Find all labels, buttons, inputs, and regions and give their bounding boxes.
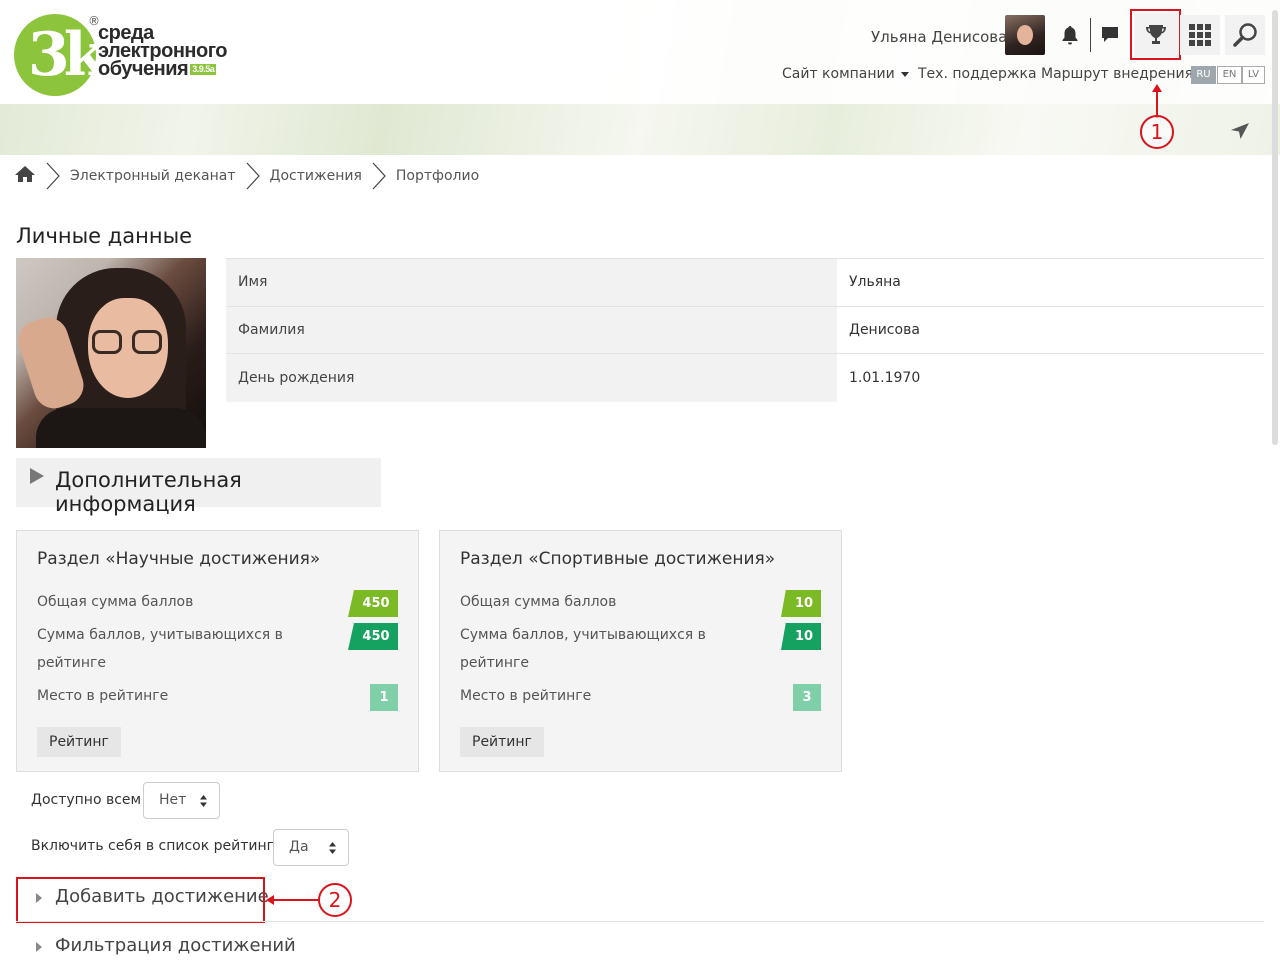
nav-company-site[interactable]: Сайт компании bbox=[782, 66, 909, 82]
card-title: Раздел «Спортивные достижения» bbox=[460, 549, 776, 569]
rank-label: Место в рейтинге bbox=[460, 688, 592, 704]
filter-achievements-toggle[interactable]: Фильтрация достижений bbox=[16, 935, 296, 963]
chevron-down-icon bbox=[900, 71, 909, 77]
nav-support[interactable]: Тех. поддержка bbox=[918, 66, 1037, 82]
rated-score-badge: 450 bbox=[348, 623, 398, 650]
user-name[interactable]: Ульяна Денисова bbox=[871, 28, 1007, 46]
field-label-name: Имя bbox=[226, 259, 837, 306]
rated-score-label-cont: рейтинге bbox=[37, 655, 106, 671]
rated-score-label-cont: рейтинге bbox=[460, 655, 529, 671]
breadcrumb-item-achievements[interactable]: Достижения bbox=[270, 168, 362, 184]
breadcrumb-item-portfolio[interactable]: Портфолио bbox=[396, 168, 479, 184]
logo[interactable]: 3k ® среда электронного обучения 3.9.5a bbox=[14, 14, 234, 98]
logo-mark: 3k bbox=[14, 14, 105, 96]
table-row: День рождения 1.01.1970 bbox=[226, 354, 1264, 402]
available-label: Доступно всем bbox=[31, 792, 142, 808]
divider bbox=[16, 921, 1264, 922]
total-score-label: Общая сумма баллов bbox=[460, 594, 617, 610]
rated-score-badge: 10 bbox=[781, 623, 821, 650]
field-value-name: Ульяна bbox=[849, 274, 901, 291]
header-decor-band bbox=[0, 104, 1280, 155]
field-label-birthday: День рождения bbox=[226, 354, 837, 402]
expand-triangle-icon bbox=[36, 942, 42, 952]
logo-mark-text: 3k bbox=[28, 20, 105, 90]
total-score-label: Общая сумма баллов bbox=[37, 594, 194, 610]
rank-label: Место в рейтинге bbox=[37, 688, 169, 704]
rating-button[interactable]: Рейтинг bbox=[460, 727, 544, 757]
user-avatar[interactable] bbox=[1005, 15, 1045, 55]
table-row: Имя Ульяна bbox=[226, 259, 1264, 307]
lang-ru[interactable]: RU bbox=[1191, 66, 1216, 84]
include-self-select[interactable]: Да bbox=[273, 829, 349, 866]
rank-badge: 3 bbox=[793, 684, 821, 711]
profile-photo bbox=[16, 258, 206, 448]
personal-data-table: Имя Ульяна Фамилия Денисова День рождени… bbox=[226, 258, 1264, 402]
logo-text: среда электронного обучения 3.9.5a bbox=[98, 23, 228, 80]
logo-line-3: обучения bbox=[98, 58, 189, 80]
rank-badge: 1 bbox=[370, 684, 398, 711]
nav-route[interactable]: Маршрут внедрения bbox=[1041, 66, 1193, 82]
include-self-label: Включить себя в список рейтинга bbox=[31, 838, 283, 854]
field-value-birthday: 1.01.1970 bbox=[849, 369, 921, 386]
annotation-box-add-achievement bbox=[16, 877, 265, 923]
total-score-badge: 10 bbox=[781, 590, 821, 617]
additional-info-toggle[interactable]: Дополнительная информация bbox=[16, 458, 381, 516]
field-label-surname: Фамилия bbox=[226, 306, 837, 353]
card-science-achievements: Раздел «Научные достижения» Общая сумма … bbox=[16, 530, 419, 772]
additional-info-label: Дополнительная информация bbox=[55, 468, 242, 516]
card-title: Раздел «Научные достижения» bbox=[37, 549, 321, 569]
include-self-select-value: Да bbox=[289, 839, 309, 855]
search-icon[interactable] bbox=[1225, 15, 1265, 55]
select-arrows-icon bbox=[200, 795, 207, 807]
rated-score-label: Сумма баллов, учитывающихся в bbox=[460, 627, 706, 643]
apps-grid-icon[interactable] bbox=[1180, 15, 1220, 55]
expand-triangle-icon bbox=[30, 468, 44, 484]
annotation-arrow-2 bbox=[266, 895, 318, 905]
annotation-box-trophy bbox=[1130, 9, 1181, 60]
filter-achievements-label: Фильтрация достижений bbox=[55, 935, 296, 956]
lang-lv[interactable]: LV bbox=[1242, 66, 1265, 84]
rated-score-label: Сумма баллов, учитывающихся в bbox=[37, 627, 283, 643]
breadcrumb: Электронный деканат Достижения Портфолио bbox=[14, 160, 479, 192]
scrollbar[interactable] bbox=[1272, 10, 1278, 445]
logo-version: 3.9.5a bbox=[190, 64, 217, 76]
bell-icon[interactable] bbox=[1050, 15, 1090, 55]
breadcrumb-separator-icon bbox=[246, 162, 260, 190]
breadcrumb-item-dean[interactable]: Электронный деканат bbox=[70, 168, 236, 184]
home-icon[interactable] bbox=[14, 165, 36, 187]
annotation-1: 1 bbox=[1140, 115, 1174, 149]
rating-button[interactable]: Рейтинг bbox=[37, 727, 121, 757]
send-icon[interactable] bbox=[1230, 122, 1250, 140]
breadcrumb-separator-icon bbox=[46, 162, 60, 190]
chat-icon[interactable] bbox=[1090, 15, 1130, 55]
available-select-value: Нет bbox=[159, 792, 187, 808]
table-row: Фамилия Денисова bbox=[226, 306, 1264, 354]
card-sports-achievements: Раздел «Спортивные достижения» Общая сум… bbox=[439, 530, 842, 772]
lang-en[interactable]: EN bbox=[1217, 66, 1242, 84]
annotation-2: 2 bbox=[318, 883, 352, 917]
total-score-badge: 450 bbox=[348, 590, 398, 617]
annotation-arrow-1 bbox=[1152, 84, 1162, 118]
breadcrumb-separator-icon bbox=[372, 162, 386, 190]
available-select[interactable]: Нет bbox=[143, 782, 220, 819]
field-value-surname: Денисова bbox=[849, 321, 920, 338]
page-title: Личные данные bbox=[16, 224, 193, 248]
select-arrows-icon bbox=[329, 842, 336, 854]
